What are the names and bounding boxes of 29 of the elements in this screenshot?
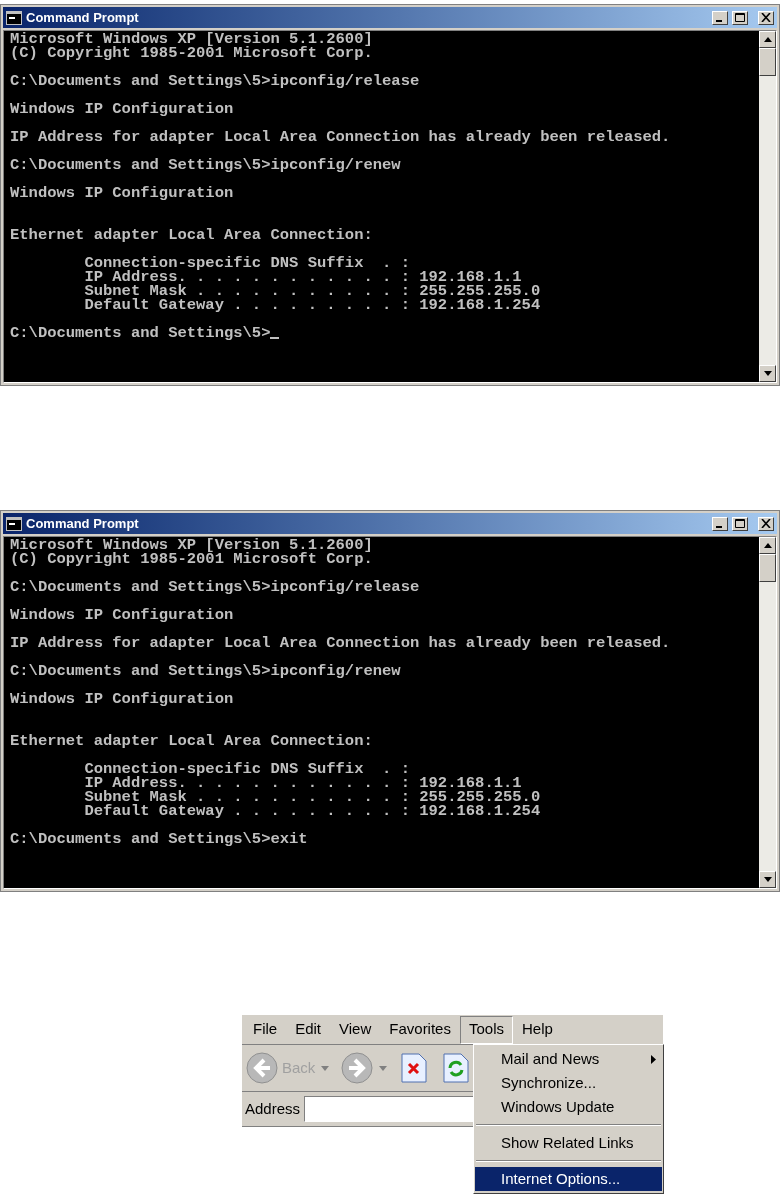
console-line: Ethernet adapter Local Area Connection: [10, 228, 373, 242]
console-line: Ethernet adapter Local Area Connection: [10, 734, 373, 748]
console-line: Connection-specific DNS Suffix . : [83, 256, 410, 270]
console-line: C:\Documents and Settings\5>ipconfig/renew [10, 664, 401, 678]
address-label: Address [245, 1098, 301, 1119]
console-line: Default Gateway . . . . . . . . . : 192.168.1.254 [83, 804, 541, 818]
console-line: Microsoft Windows XP [Version 5.1.2600] [10, 538, 373, 552]
window-title: Command Prompt [26, 8, 140, 27]
console-line: Default Gateway . . . . . . . . . : 192.168.1.254 [83, 298, 541, 312]
console-line: IP Address for adapter Local Area Connection has already been released. [10, 636, 671, 650]
console-line: Microsoft Windows XP [Version 5.1.2600] [10, 32, 373, 46]
console-line: C:\Documents and Settings\5>ipconfig/release [10, 74, 420, 88]
console-line: (C) Copyright 1985-2001 Microsoft Corp. [10, 46, 373, 60]
console-line: C:\Documents and Settings\5>ipconfig/release [10, 580, 420, 594]
window-title: Command Prompt [26, 514, 140, 533]
console-line: IP Address. . . . . . . . . . . . : 192.168.1.1 [83, 270, 522, 284]
console-line: Windows IP Configuration [10, 186, 234, 200]
console-line: Windows IP Configuration [10, 102, 234, 116]
console-line: Subnet Mask . . . . . . . . . . . : 255.255.255.0 [83, 790, 541, 804]
console-line: Connection-specific DNS Suffix . : [83, 762, 410, 776]
console-line: Windows IP Configuration [10, 608, 234, 622]
console-line: C:\Documents and Settings\5>ipconfig/renew [10, 158, 401, 172]
console-line: IP Address. . . . . . . . . . . . : 192.168.1.1 [83, 776, 522, 790]
console-line: Windows IP Configuration [10, 692, 234, 706]
console-line: Subnet Mask . . . . . . . . . . . : 255.255.255.0 [83, 284, 541, 298]
console-line: (C) Copyright 1985-2001 Microsoft Corp. [10, 552, 373, 566]
console-line: IP Address for adapter Local Area Connection has already been released. [10, 130, 671, 144]
console-line: C:\Documents and Settings\5> [10, 326, 271, 340]
console-line: C:\Documents and Settings\5>exit [10, 832, 308, 846]
